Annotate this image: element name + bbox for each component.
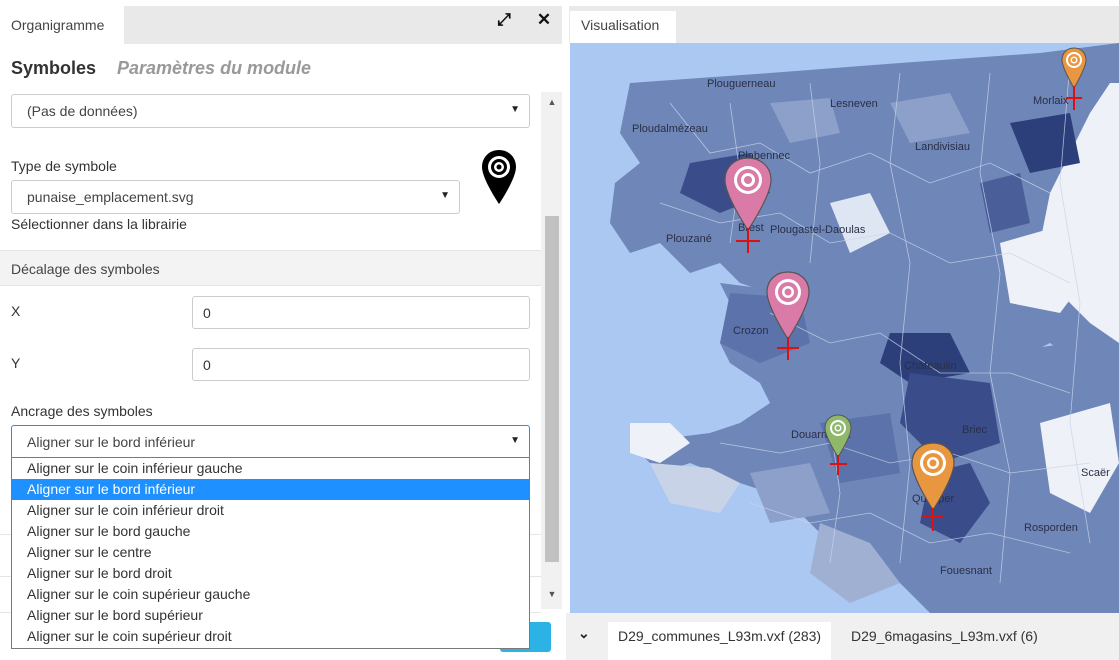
- close-icon[interactable]: ✕: [533, 8, 555, 32]
- anchor-option[interactable]: Aligner sur le coin supérieur gauche: [12, 584, 529, 605]
- tab-organigramme[interactable]: Organigramme: [0, 6, 124, 44]
- panel-subtabs: Symboles Paramètres du module: [0, 44, 562, 92]
- offset-x-input[interactable]: 0: [192, 296, 530, 329]
- anchor-option[interactable]: Aligner sur le centre: [12, 542, 529, 563]
- tab-visualisation[interactable]: Visualisation: [570, 11, 676, 43]
- anchor-label: Ancrage des symboles: [11, 403, 153, 419]
- offset-y-label: Y: [11, 355, 21, 371]
- chevron-down-icon[interactable]: ⌄: [578, 625, 590, 642]
- map-label: Plouguerneau: [707, 78, 776, 90]
- map-label: Crozon: [733, 325, 768, 337]
- map-label: Rosporden: [1024, 522, 1078, 534]
- offset-x-label: X: [11, 303, 21, 319]
- data-select-value: (Pas de données): [27, 103, 138, 119]
- map-label: Plouzané: [666, 233, 712, 245]
- scrollbar-thumb[interactable]: [545, 216, 559, 562]
- tab-parametres-module[interactable]: Paramètres du module: [117, 58, 311, 79]
- scroll-up-icon[interactable]: ▲: [545, 97, 559, 111]
- layer-tab-magasins[interactable]: D29_6magasins_L93m.vxf (6): [841, 622, 1048, 660]
- anchor-select[interactable]: Aligner sur le bord inférieur ▼: [11, 425, 530, 459]
- map-label: Morlaix: [1033, 95, 1069, 107]
- map-label: Fouesnant: [940, 565, 992, 577]
- offset-y-input[interactable]: 0: [192, 348, 530, 381]
- library-link[interactable]: Sélectionner dans la librairie: [11, 216, 187, 232]
- map-label: Châteaulin: [904, 360, 957, 372]
- dropdown-arrow-icon: ▼: [510, 104, 520, 115]
- anchor-option[interactable]: Aligner sur le bord gauche: [12, 521, 529, 542]
- dropdown-arrow-icon: ▼: [510, 435, 520, 446]
- symbol-type-label: Type de symbole: [11, 158, 117, 174]
- anchor-options-list[interactable]: Aligner sur le coin inférieur gauche Alig…: [11, 457, 530, 649]
- tab-symboles[interactable]: Symboles: [11, 58, 96, 79]
- map-label: Landivisiau: [915, 141, 970, 153]
- data-select[interactable]: (Pas de données) ▼: [11, 94, 530, 128]
- map-label: Ploudalmézeau: [632, 123, 708, 135]
- map-pin-icon: [482, 150, 516, 204]
- map-label: Lesneven: [830, 98, 878, 110]
- anchor-option[interactable]: Aligner sur le coin inférieur droit: [12, 500, 529, 521]
- anchor-option[interactable]: Aligner sur le coin supérieur droit: [12, 626, 529, 647]
- anchor-option[interactable]: Aligner sur le bord supérieur: [12, 605, 529, 626]
- anchor-option[interactable]: Aligner sur le coin inférieur gauche: [12, 458, 529, 479]
- dropdown-arrow-icon: ▼: [440, 190, 450, 201]
- anchor-option[interactable]: Aligner sur le bord droit: [12, 563, 529, 584]
- symbol-type-select[interactable]: punaise_emplacement.svg ▼: [11, 180, 460, 214]
- map-canvas: Plouguerneau Lesneven Ploudalmézeau Land…: [570, 43, 1119, 613]
- symbol-type-value: punaise_emplacement.svg: [27, 189, 194, 205]
- panel-scrollbar[interactable]: ▲ ▼: [541, 92, 562, 609]
- layer-tab-bar: ⌄ D29_communes_L93m.vxf (283) D29_6magas…: [566, 613, 1119, 660]
- offset-section-header: Décalage des symboles: [0, 250, 541, 286]
- anchor-option[interactable]: Aligner sur le bord inférieur: [12, 479, 529, 500]
- layer-tab-communes[interactable]: D29_communes_L93m.vxf (283): [608, 622, 832, 660]
- map-label: Scaër: [1081, 467, 1110, 479]
- maximize-icon[interactable]: ⤢: [493, 8, 515, 32]
- map-label: Plougastel-Daoulas: [770, 224, 866, 236]
- anchor-select-value: Aligner sur le bord inférieur: [27, 434, 196, 450]
- scroll-down-icon[interactable]: ▼: [545, 589, 559, 603]
- map-label: Briec: [962, 424, 988, 436]
- choropleth-map[interactable]: Plouguerneau Lesneven Ploudalmézeau Land…: [570, 43, 1119, 613]
